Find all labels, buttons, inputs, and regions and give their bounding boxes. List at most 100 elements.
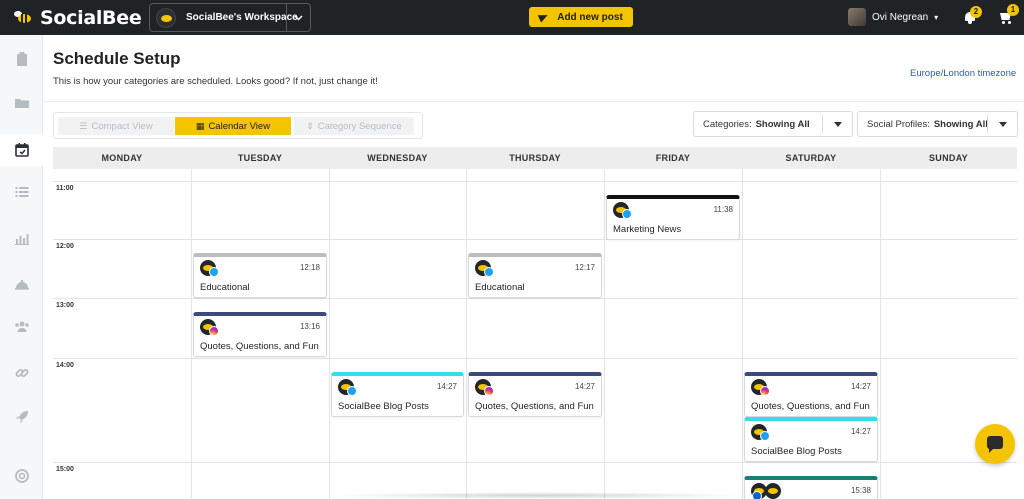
workspace-name: SocialBee's Workspace bbox=[186, 12, 298, 23]
scheduled-post-card[interactable]: 12:17 Educational bbox=[468, 253, 602, 298]
scheduled-post-card[interactable]: 14:27 SocialBee Blog Posts bbox=[331, 372, 464, 417]
profile-avatar bbox=[765, 483, 781, 499]
instagram-icon bbox=[484, 386, 494, 396]
scheduled-post-card[interactable]: 14:27 Quotes, Questions, and Fun bbox=[744, 372, 878, 417]
user-name: Ovi Negrean bbox=[872, 11, 929, 23]
day-header-friday: FRIDAY bbox=[604, 147, 742, 169]
instagram-icon bbox=[760, 386, 770, 396]
users-icon bbox=[14, 321, 29, 332]
post-time: 14:27 bbox=[850, 382, 871, 391]
link-icon bbox=[15, 369, 28, 377]
post-time: 12:18 bbox=[299, 263, 320, 272]
post-time: 13:16 bbox=[299, 322, 320, 331]
post-category: Quotes, Questions, and Fun bbox=[475, 401, 594, 412]
sidebar-item-content[interactable] bbox=[0, 43, 43, 75]
view-switch: ☰ Compact View ▦ Calendar View ⇕ Categor… bbox=[53, 112, 423, 139]
calendar-view-button[interactable]: ▦ Calendar View bbox=[175, 117, 291, 135]
post-time: 11:38 bbox=[713, 205, 733, 214]
cloche-icon bbox=[14, 280, 29, 290]
timezone-link[interactable]: Europe/London timezone bbox=[910, 68, 1016, 79]
category-sequence-button[interactable]: ⇕ Category Sequence bbox=[294, 117, 414, 135]
post-category: Quotes, Questions, and Fun bbox=[751, 401, 870, 412]
folder-icon bbox=[14, 99, 29, 108]
scheduled-post-card[interactable]: 11:38 Marketing News bbox=[606, 195, 740, 240]
scheduled-post-card[interactable]: 12:18 Educational bbox=[193, 253, 327, 298]
sidebar-item-growth[interactable] bbox=[0, 401, 43, 433]
hour-divider bbox=[53, 298, 1017, 299]
paper-plane-icon bbox=[537, 11, 550, 23]
day-header-saturday: SATURDAY bbox=[742, 147, 880, 169]
calendar-icon: ▦ bbox=[195, 120, 205, 131]
chevron-down-icon: ▾ bbox=[934, 12, 939, 22]
add-new-post-button[interactable]: Add new post bbox=[529, 7, 633, 27]
sidebar-item-queue[interactable] bbox=[0, 176, 43, 208]
column-divider bbox=[604, 169, 605, 499]
sidebar bbox=[0, 35, 43, 499]
post-category: Quotes, Questions, and Fun bbox=[200, 341, 319, 352]
chat-button[interactable] bbox=[975, 424, 1015, 464]
clipboard-icon bbox=[16, 52, 27, 66]
notifications-badge: 2 bbox=[970, 6, 982, 18]
social-profiles-filter-label: Social Profiles: bbox=[867, 118, 930, 130]
socialbee-logo[interactable]: SocialBee bbox=[14, 7, 142, 29]
hour-divider bbox=[53, 358, 1017, 359]
hour-divider bbox=[53, 239, 1017, 240]
time-label: 11:00 bbox=[56, 185, 74, 192]
list-icon bbox=[15, 187, 28, 197]
post-time: 15:38 bbox=[850, 486, 871, 495]
post-category: Marketing News bbox=[613, 224, 682, 235]
analytics-icon bbox=[14, 234, 29, 245]
calendar-icon bbox=[14, 143, 29, 157]
post-time: 12:17 bbox=[574, 263, 595, 272]
post-category: Educational bbox=[475, 282, 525, 293]
categories-filter[interactable]: Categories: Showing All bbox=[693, 111, 853, 137]
twitter-icon bbox=[484, 267, 494, 277]
column-divider bbox=[880, 169, 881, 499]
twitter-icon bbox=[622, 209, 632, 219]
sidebar-item-team[interactable] bbox=[0, 311, 43, 343]
compact-view-button[interactable]: ☰ Compact View bbox=[58, 117, 174, 135]
sidebar-item-schedule[interactable] bbox=[0, 134, 43, 166]
social-profiles-filter-value: Showing All bbox=[933, 118, 988, 130]
twitter-icon bbox=[347, 386, 357, 396]
schedule-calendar: MONDAY TUESDAY WEDNESDAY THURSDAY FRIDAY SATU… bbox=[53, 147, 1017, 499]
post-category: Educational bbox=[200, 282, 250, 293]
sidebar-item-links[interactable] bbox=[0, 357, 43, 389]
caret-down-icon[interactable] bbox=[987, 115, 1017, 133]
post-time: 14:27 bbox=[850, 427, 871, 436]
header-divider bbox=[43, 101, 1024, 102]
post-time: 14:27 bbox=[574, 382, 595, 391]
top-bar: SocialBee SocialBee's Workspace Add new … bbox=[0, 0, 1024, 35]
hour-divider bbox=[53, 462, 1017, 463]
social-profiles-filter[interactable]: Social Profiles: Showing All bbox=[857, 111, 1018, 137]
sidebar-item-help[interactable] bbox=[0, 460, 43, 492]
page-subtitle: This is how your categories are schedule… bbox=[53, 76, 378, 87]
scheduled-post-card[interactable]: 13:16 Quotes, Questions, and Fun bbox=[193, 312, 327, 357]
compact-view-label: Compact View bbox=[91, 120, 153, 132]
twitter-icon bbox=[209, 267, 219, 277]
scheduled-post-card[interactable]: 15:38 bbox=[744, 476, 878, 499]
column-divider bbox=[329, 169, 330, 499]
rocket-icon bbox=[15, 411, 28, 423]
help-icon bbox=[14, 469, 29, 483]
column-divider bbox=[466, 169, 467, 499]
page-title: Schedule Setup bbox=[53, 49, 181, 68]
calendar-view-label: Calendar View bbox=[208, 120, 271, 132]
scheduled-post-card[interactable]: 14:27 SocialBee Blog Posts bbox=[744, 417, 878, 462]
column-divider bbox=[191, 169, 192, 499]
caret-down-icon[interactable] bbox=[822, 115, 852, 133]
day-header-wednesday: WEDNESDAY bbox=[329, 147, 466, 169]
sidebar-item-categories[interactable] bbox=[0, 87, 43, 119]
sort-icon: ⇕ bbox=[306, 120, 314, 131]
twitter-icon bbox=[760, 431, 770, 441]
scheduled-post-card[interactable]: 14:27 Quotes, Questions, and Fun bbox=[468, 372, 602, 417]
user-avatar bbox=[848, 8, 866, 26]
categories-filter-value: Showing All bbox=[755, 118, 810, 130]
workspace-selector[interactable]: SocialBee's Workspace bbox=[149, 3, 311, 32]
chevron-down-icon[interactable] bbox=[286, 4, 310, 31]
sidebar-item-services[interactable] bbox=[0, 268, 43, 300]
column-divider bbox=[742, 169, 743, 499]
user-menu[interactable]: Ovi Negrean ▾ bbox=[848, 8, 938, 26]
sidebar-item-analytics[interactable] bbox=[0, 222, 43, 254]
categories-filter-label: Categories: bbox=[703, 118, 752, 130]
